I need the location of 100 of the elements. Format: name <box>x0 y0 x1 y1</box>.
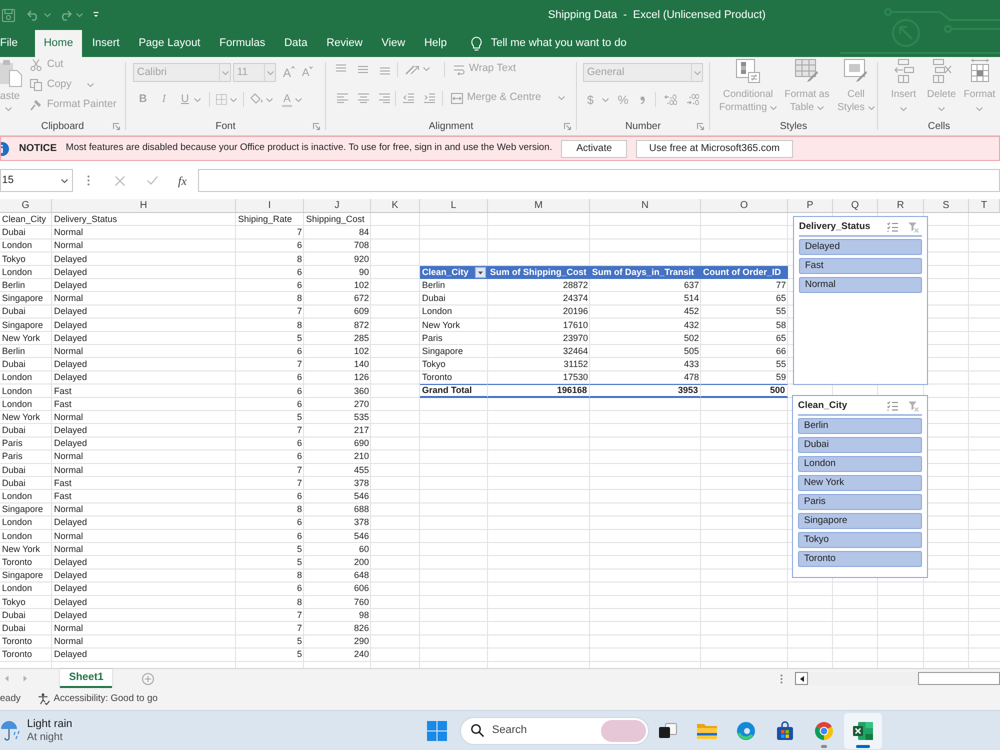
redo-icon[interactable] <box>59 10 72 20</box>
scroll-left-icon[interactable] <box>4 675 9 682</box>
column-header[interactable]: H <box>52 199 236 212</box>
tell-me-search-field[interactable]: Tell me what you want to do <box>470 30 627 57</box>
column-header[interactable]: M <box>488 199 590 212</box>
slicer-item[interactable]: Delayed <box>799 239 922 255</box>
slicer-item[interactable]: Singapore <box>798 513 922 529</box>
spreadsheet-app-icon <box>852 720 874 740</box>
ribbon-tab[interactable]: Page Layout <box>130 30 210 57</box>
column-header[interactable]: G <box>0 199 52 212</box>
customize-menu-icon[interactable] <box>93 12 99 18</box>
slicer-item[interactable]: Fast <box>799 258 922 274</box>
table-cell-text: Delayed <box>53 318 88 332</box>
ribbon-tab[interactable]: Help <box>415 30 456 57</box>
table-cell-text: Delayed <box>53 358 88 372</box>
pivot-header-cell: Sum of Days_in_Transit <box>590 266 701 279</box>
scrollbar-thumb[interactable] <box>918 672 1000 685</box>
pivot-table-cell-text: 59 <box>774 371 787 384</box>
clear-filter-icon[interactable] <box>908 222 919 232</box>
table-cell-text: Delayed <box>53 596 88 609</box>
table-cell-text: 126 <box>352 371 370 384</box>
caret-icon <box>295 98 302 102</box>
slicer-item[interactable]: Normal <box>799 277 922 293</box>
check-icon[interactable] <box>147 176 158 185</box>
scroll-right-icon[interactable] <box>23 675 28 682</box>
column-header[interactable]: I <box>236 199 304 212</box>
slicer-item[interactable]: Berlin <box>798 418 922 434</box>
table-cell-text: Dubai <box>1 476 27 490</box>
caret-icon <box>770 106 777 110</box>
taskbar-search-field[interactable]: Search <box>460 716 649 744</box>
save-icon[interactable] <box>2 8 15 22</box>
insert-function-button[interactable]: fx <box>178 172 187 190</box>
table-cell-text: 240 <box>352 648 370 662</box>
column-header[interactable]: N <box>590 199 701 212</box>
copy-icon <box>30 79 42 91</box>
windows-start-icon[interactable] <box>427 720 447 740</box>
undo-icon[interactable] <box>27 10 40 20</box>
table-cell-text: 6 <box>296 516 303 530</box>
ribbon-tab[interactable]: Data <box>275 30 316 57</box>
accessibility-status-button[interactable]: Accessibility: Good to go <box>38 692 158 706</box>
clear-filter-icon[interactable] <box>908 400 919 412</box>
taskbar-app-button[interactable] <box>844 712 882 748</box>
column-header[interactable]: O <box>701 199 788 212</box>
scroll-left-button[interactable] <box>795 672 808 685</box>
table-cell-text: 8 <box>296 252 303 266</box>
horizontal-scrollbar[interactable] <box>795 672 1000 685</box>
caret-icon <box>86 83 94 87</box>
slicer-item[interactable]: London <box>798 456 922 472</box>
multi-select-icon[interactable] <box>887 401 898 411</box>
column-header[interactable]: S <box>924 199 969 212</box>
pivot-table-cell-text: 31152 <box>562 358 589 372</box>
pivot-table-cell-text: 20196 <box>562 305 589 318</box>
weather-widget[interactable]: Light rain At night <box>0 711 427 750</box>
use-free-online-button[interactable]: Use free at Microsoft365.com <box>636 140 793 158</box>
slicer-item[interactable]: Paris <box>798 494 922 510</box>
slicer-item[interactable]: New York <box>798 475 922 491</box>
notice-message: Most features are disabled because your Office product is inactive. To use for free, sign in and use the Web version. <box>66 141 552 156</box>
pivot-table-cell-text: 77 <box>774 279 787 292</box>
table-cell-text: Dubai <box>1 424 27 438</box>
column-header[interactable]: P <box>788 199 833 212</box>
column-header[interactable]: T <box>969 199 1000 212</box>
table-cell-text: Normal <box>53 464 84 477</box>
ribbon-tab[interactable]: Insert <box>83 30 129 57</box>
filter-dropdown-icon[interactable] <box>475 266 486 278</box>
ribbon-tab[interactable]: Formulas <box>210 30 274 57</box>
window-title: Shipping Data - Excel (Unlicensed Product) <box>548 8 766 23</box>
column-header[interactable]: K <box>371 199 420 212</box>
task-view-icon <box>658 720 678 740</box>
name-box-field[interactable]: 15 <box>0 169 73 192</box>
table-cell-text: 546 <box>352 490 370 504</box>
slicer-item[interactable]: Tokyo <box>798 532 922 548</box>
pivot-table-cell-text: 28872 <box>562 279 589 292</box>
table-cell-text: 5 <box>296 410 303 424</box>
column-header[interactable]: J <box>304 199 371 212</box>
table-cell-text: Toronto <box>1 648 34 662</box>
table-cell-text: Delayed <box>53 556 88 569</box>
column-header[interactable]: Q <box>833 199 878 212</box>
table-cell-text: Delayed <box>53 279 88 292</box>
activate-button[interactable]: Activate <box>561 140 628 158</box>
multi-select-icon[interactable] <box>887 222 898 232</box>
grand-total-cell: 3953 <box>590 384 701 398</box>
sheet-tab[interactable]: Sheet1 <box>60 669 112 688</box>
table-cell-text: 5 <box>296 542 303 556</box>
table-cell-text: Tokyo <box>1 252 27 266</box>
table-cell-text: 5 <box>296 332 303 345</box>
column-header[interactable]: R <box>878 199 924 212</box>
cancel-icon[interactable] <box>115 176 125 186</box>
group-label: Number <box>625 120 661 132</box>
ribbon-tab[interactable]: View <box>372 30 414 57</box>
info-icon <box>1 142 10 156</box>
table-cell-text: Delayed <box>53 371 88 384</box>
ribbon-tab[interactable]: Home <box>34 30 82 57</box>
formula-input-field[interactable] <box>198 169 1000 192</box>
add-sheet-icon[interactable] <box>142 672 154 684</box>
table-cell-text: Fast <box>53 398 73 411</box>
column-header[interactable]: L <box>420 199 488 212</box>
ribbon-tab[interactable]: Review <box>317 30 372 57</box>
slicer-item[interactable]: Dubai <box>798 437 922 453</box>
ribbon-tab[interactable]: File <box>0 30 27 57</box>
slicer-item[interactable]: Toronto <box>798 551 922 567</box>
